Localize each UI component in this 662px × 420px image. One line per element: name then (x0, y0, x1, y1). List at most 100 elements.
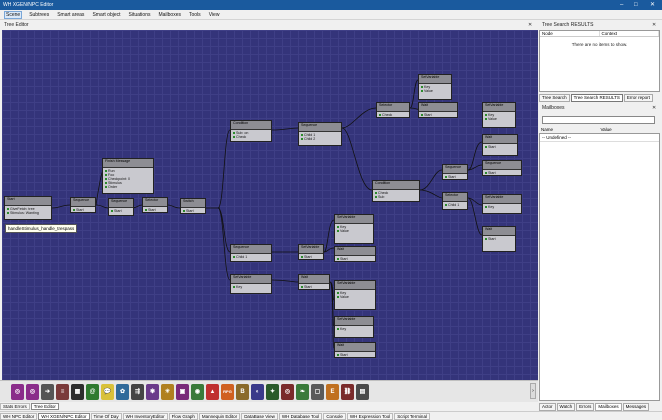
node-start[interactable]: Start GiveFetch: tree Stimulus: Wanting (4, 196, 52, 220)
circle-icon[interactable]: ◐ (251, 383, 264, 400)
node-sequence[interactable]: Sequence Start (70, 197, 96, 213)
menu-mailboxes[interactable]: Mailboxes (157, 12, 182, 18)
node-wait[interactable]: Wait Start (334, 342, 376, 358)
window-title: WH XGEN/NPC Editor (3, 2, 54, 8)
tab-database-view[interactable]: DataBase View (241, 413, 278, 420)
tab-error-report[interactable]: Error report (623, 94, 653, 102)
tab-console[interactable]: Console (323, 413, 346, 420)
node-sequence[interactable]: Sequence Child 1 (230, 244, 272, 262)
menu-scene[interactable]: Scene (4, 10, 23, 19)
tab-mannequin-editor[interactable]: Mannequin Editor (198, 413, 241, 420)
node-setvariable[interactable]: SetVariable Key (334, 316, 374, 338)
tab-messages[interactable]: Messages (622, 403, 650, 411)
ring-icon[interactable]: ◎ (26, 383, 39, 400)
node-selector[interactable]: Selector Child 1 (442, 192, 468, 210)
menu-smart-object[interactable]: Smart object (91, 12, 121, 18)
node-setvariable[interactable]: SetVariable Key (482, 194, 522, 214)
tab-errors[interactable]: Errors (576, 403, 595, 411)
node-condition[interactable]: Condition Sub: on Check (230, 120, 272, 142)
ring-icon[interactable]: ◎ (281, 383, 294, 400)
panel-close-icon[interactable]: ✕ (652, 105, 656, 111)
node-setvariable[interactable]: SetVariable Key Value (482, 102, 516, 128)
sun-icon[interactable]: ☀ (161, 383, 174, 400)
tab-wh-npc-editor[interactable]: WH NPC Editor (0, 413, 38, 420)
tree-search-tabs: Tree Search Tree Search RESULTS Error re… (539, 94, 653, 102)
rpg-icon[interactable]: RPG (221, 383, 234, 400)
node-setvariable[interactable]: SetVariable Key (230, 274, 272, 294)
spiral-icon[interactable]: @ (86, 383, 99, 400)
node-setvariable[interactable]: SetVariable Key Value (334, 280, 376, 310)
mailbox-properties[interactable]: -- Undefined -- (539, 133, 660, 401)
tab-time-of-day[interactable]: Time Of Day (90, 413, 122, 420)
node-selector[interactable]: Selector Check (376, 102, 410, 118)
node-sequence[interactable]: Sequence Start (442, 164, 468, 180)
palette-scroll-right[interactable]: › (530, 383, 536, 399)
node-condition[interactable]: Condition Check Sub (372, 180, 420, 202)
node-wait[interactable]: Wait Start (298, 274, 330, 290)
ring-icon[interactable]: ◎ (11, 383, 24, 400)
square-icon[interactable]: ▣ (176, 383, 189, 400)
arrow-icon[interactable]: ⇶ (131, 383, 144, 400)
node-wait[interactable]: Wait Start (482, 226, 516, 252)
node-switch[interactable]: Switch Start (180, 198, 206, 214)
node-sequence[interactable]: Sequence Start (108, 198, 134, 216)
column-name[interactable]: Name (541, 127, 601, 132)
close-icon[interactable]: ✕ (650, 0, 655, 10)
node-setvariable[interactable]: SetVariable Key Value (334, 214, 374, 244)
node-wait[interactable]: Wait Start (334, 246, 376, 262)
tab-wh-database-tool[interactable]: WH Database Tool (278, 413, 323, 420)
b-icon[interactable]: B (236, 383, 249, 400)
mailbox-filter-input[interactable] (542, 116, 655, 124)
undefined-row[interactable]: -- Undefined -- (540, 134, 659, 142)
panel-close-icon[interactable]: ✕ (528, 22, 532, 28)
column-value[interactable]: Value (601, 127, 661, 132)
tab-tree-search[interactable]: Tree Search (539, 94, 570, 102)
tab-watch[interactable]: Watch (556, 403, 576, 411)
star-icon[interactable]: ✦ (266, 383, 279, 400)
tab-wh-expression-tool[interactable]: WH Expression Tool (346, 413, 394, 420)
node-setvariable[interactable]: SetVariable Key Value (418, 74, 452, 100)
menu-smart-areas[interactable]: Smart areas (56, 12, 85, 18)
node-graph-canvas[interactable]: Start GiveFetch: tree Stimulus: Wanting Se… (2, 30, 538, 380)
tab-wh-xgen-npc-editor[interactable]: WH XGEN/NPC Editor (38, 413, 90, 420)
tab-wh-inventory-editor[interactable]: WH InventoryEditor (122, 413, 168, 420)
tab-stats-errors[interactable]: Stats Errors (0, 403, 30, 410)
node-setvariable[interactable]: SetVariable Start (298, 244, 324, 260)
bubble-icon[interactable]: 💬 (101, 383, 114, 400)
tab-actor[interactable]: Actor (539, 403, 556, 411)
menu-tools[interactable]: Tools (188, 12, 202, 18)
column-node[interactable]: Node (540, 31, 600, 36)
node-wait[interactable]: Wait Start (482, 134, 518, 156)
leaf-icon[interactable]: ❧ (296, 383, 309, 400)
minimize-icon[interactable]: – (620, 0, 623, 10)
gear-icon[interactable]: ✿ (116, 383, 129, 400)
tree-search-results-grid[interactable]: Node Context There are no items to show. (539, 30, 660, 92)
maximize-icon[interactable]: □ (634, 0, 638, 10)
node-finish-message[interactable]: Finish Message Run Foo Checkpoint: 0 Stimulu… (102, 158, 154, 194)
lines-icon[interactable]: ≡ (56, 383, 69, 400)
link-icon[interactable]: ⛓ (341, 383, 354, 400)
tab-tree-editor[interactable]: Tree Editor (30, 403, 59, 410)
tab-mailboxes[interactable]: Mailboxes (595, 403, 622, 411)
frame-icon[interactable]: ▢ (311, 383, 324, 400)
tab-flow-graph[interactable]: Flow Graph (168, 413, 198, 420)
node-palette-toolbar: ◎ ◎ ➔ ≡ ▦ @ 💬 ✿ ⇶ ✾ ☀ ▣ ◉ ▲ RPG B ◐ ✦ ◎ ❧ ▢ E ⛓ ▤ (0, 380, 538, 402)
menu-situations[interactable]: Situations (128, 12, 152, 18)
flower-icon[interactable]: ✾ (146, 383, 159, 400)
node-selector[interactable]: Selector Start (142, 197, 168, 213)
grid-icon[interactable]: ▦ (71, 383, 84, 400)
menu-subtrees[interactable]: Subtrees (28, 12, 50, 18)
panel-close-icon[interactable]: ✕ (652, 22, 656, 28)
arrow-icon[interactable]: ➔ (41, 383, 54, 400)
grid-icon[interactable]: ▤ (356, 383, 369, 400)
node-sequence[interactable]: Sequence Child 1 Child 2 (298, 122, 342, 146)
ring-icon[interactable]: ◉ (191, 383, 204, 400)
shield-icon[interactable]: ▲ (206, 383, 219, 400)
menu-view[interactable]: View (208, 12, 221, 18)
tab-tree-search-results[interactable]: Tree Search RESULTS (570, 94, 623, 102)
node-wait[interactable]: Wait Start (418, 102, 458, 118)
node-sequence[interactable]: Sequence Start (482, 160, 522, 176)
tab-script-terminal[interactable]: Script Terminal (394, 413, 430, 420)
column-context[interactable]: Context (600, 31, 659, 36)
e-icon[interactable]: E (326, 383, 339, 400)
